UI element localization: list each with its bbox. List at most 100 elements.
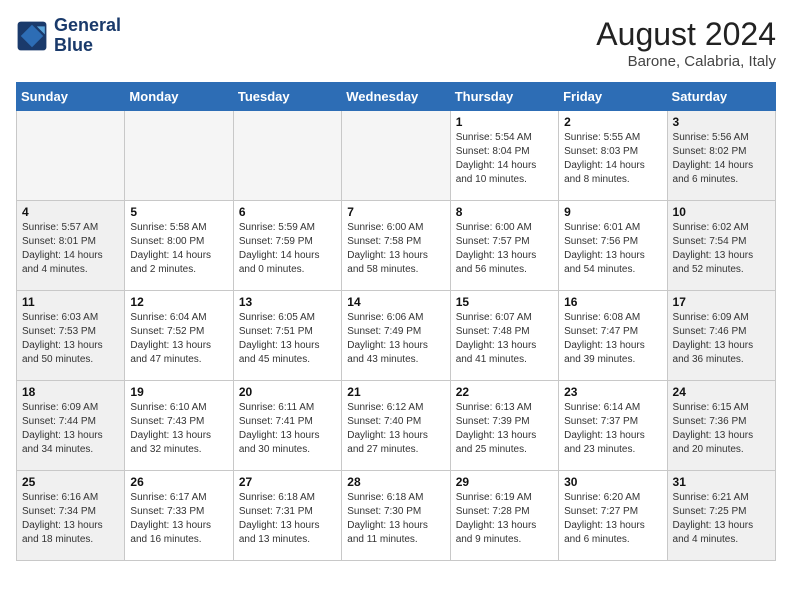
day-info: Sunrise: 6:14 AM Sunset: 7:37 PM Dayligh… [564, 401, 661, 457]
calendar-cell [125, 111, 233, 201]
day-info: Sunrise: 5:56 AM Sunset: 8:02 PM Dayligh… [673, 131, 770, 187]
day-number: 14 [347, 295, 444, 309]
day-number: 5 [130, 205, 227, 219]
calendar-cell: 4Sunrise: 5:57 AM Sunset: 8:01 PM Daylig… [17, 201, 125, 291]
day-number: 25 [22, 475, 119, 489]
day-number: 4 [22, 205, 119, 219]
day-info: Sunrise: 6:18 AM Sunset: 7:30 PM Dayligh… [347, 491, 444, 547]
calendar-cell: 18 Sunrise: 6:09 AM Sunset: 7:44 PM Dayli… [17, 381, 125, 471]
calendar-cell: 28 Sunrise: 6:18 AM Sunset: 7:30 PM Dayli… [342, 471, 450, 561]
month-title: August 2024 [596, 16, 776, 53]
day-info: Sunrise: 6:20 AM Sunset: 7:27 PM Dayligh… [564, 491, 661, 547]
calendar-cell: 16 Sunrise: 6:08 AM Sunset: 7:47 PM Dayli… [559, 291, 667, 381]
day-info: Sunrise: 6:19 AM Sunset: 7:28 PM Dayligh… [456, 491, 553, 547]
logo-text: General Blue [54, 16, 121, 56]
day-number: 7 [347, 205, 444, 219]
day-number: 18 [22, 385, 119, 399]
calendar-cell: 21 Sunrise: 6:12 AM Sunset: 7:40 PM Dayli… [342, 381, 450, 471]
calendar-cell: 3 Sunrise: 5:56 AM Sunset: 8:02 PM Daylig… [667, 111, 775, 201]
day-info: Sunrise: 6:08 AM Sunset: 7:47 PM Dayligh… [564, 311, 661, 367]
day-info: Sunrise: 5:59 AM Sunset: 7:59 PM Dayligh… [239, 221, 336, 277]
logo-icon [16, 20, 48, 52]
day-number: 2 [564, 115, 661, 129]
day-number: 6 [239, 205, 336, 219]
calendar-cell: 20 Sunrise: 6:11 AM Sunset: 7:41 PM Dayli… [233, 381, 341, 471]
weekday-header: Thursday [450, 83, 558, 111]
weekday-header: Monday [125, 83, 233, 111]
day-number: 30 [564, 475, 661, 489]
day-number: 31 [673, 475, 770, 489]
calendar-week-row: 4Sunrise: 5:57 AM Sunset: 8:01 PM Daylig… [17, 201, 776, 291]
day-number: 21 [347, 385, 444, 399]
day-number: 16 [564, 295, 661, 309]
calendar-cell: 8Sunrise: 6:00 AM Sunset: 7:57 PM Daylig… [450, 201, 558, 291]
day-number: 3 [673, 115, 770, 129]
day-info: Sunrise: 6:00 AM Sunset: 7:57 PM Dayligh… [456, 221, 553, 277]
calendar-week-row: 1 Sunrise: 5:54 AM Sunset: 8:04 PM Daylig… [17, 111, 776, 201]
calendar-cell: 27Sunrise: 6:18 AM Sunset: 7:31 PM Dayli… [233, 471, 341, 561]
day-number: 29 [456, 475, 553, 489]
day-number: 23 [564, 385, 661, 399]
calendar-cell: 11Sunrise: 6:03 AM Sunset: 7:53 PM Dayli… [17, 291, 125, 381]
day-info: Sunrise: 6:00 AM Sunset: 7:58 PM Dayligh… [347, 221, 444, 277]
calendar-cell: 31 Sunrise: 6:21 AM Sunset: 7:25 PM Dayli… [667, 471, 775, 561]
day-number: 26 [130, 475, 227, 489]
calendar-cell: 6 Sunrise: 5:59 AM Sunset: 7:59 PM Daylig… [233, 201, 341, 291]
calendar-cell: 24 Sunrise: 6:15 AM Sunset: 7:36 PM Dayli… [667, 381, 775, 471]
calendar-week-row: 25 Sunrise: 6:16 AM Sunset: 7:34 PM Dayli… [17, 471, 776, 561]
page-header: General Blue August 2024 Barone, Calabri… [16, 16, 776, 70]
day-info: Sunrise: 6:05 AM Sunset: 7:51 PM Dayligh… [239, 311, 336, 367]
day-number: 17 [673, 295, 770, 309]
day-info: Sunrise: 6:16 AM Sunset: 7:34 PM Dayligh… [22, 491, 119, 547]
day-number: 10 [673, 205, 770, 219]
day-number: 20 [239, 385, 336, 399]
day-info: Sunrise: 6:06 AM Sunset: 7:49 PM Dayligh… [347, 311, 444, 367]
calendar-cell: 14 Sunrise: 6:06 AM Sunset: 7:49 PM Dayli… [342, 291, 450, 381]
calendar-cell: 25 Sunrise: 6:16 AM Sunset: 7:34 PM Dayli… [17, 471, 125, 561]
day-info: Sunrise: 5:55 AM Sunset: 8:03 PM Dayligh… [564, 131, 661, 187]
day-info: Sunrise: 5:54 AM Sunset: 8:04 PM Dayligh… [456, 131, 553, 187]
day-info: Sunrise: 6:04 AM Sunset: 7:52 PM Dayligh… [130, 311, 227, 367]
calendar-cell: 15Sunrise: 6:07 AM Sunset: 7:48 PM Dayli… [450, 291, 558, 381]
calendar-cell: 12 Sunrise: 6:04 AM Sunset: 7:52 PM Dayli… [125, 291, 233, 381]
calendar-cell: 5 Sunrise: 5:58 AM Sunset: 8:00 PM Daylig… [125, 201, 233, 291]
day-info: Sunrise: 5:58 AM Sunset: 8:00 PM Dayligh… [130, 221, 227, 277]
day-number: 9 [564, 205, 661, 219]
logo: General Blue [16, 16, 121, 56]
day-info: Sunrise: 6:15 AM Sunset: 7:36 PM Dayligh… [673, 401, 770, 457]
day-info: Sunrise: 6:11 AM Sunset: 7:41 PM Dayligh… [239, 401, 336, 457]
day-info: Sunrise: 6:07 AM Sunset: 7:48 PM Dayligh… [456, 311, 553, 367]
calendar-cell: 30 Sunrise: 6:20 AM Sunset: 7:27 PM Dayli… [559, 471, 667, 561]
day-info: Sunrise: 6:13 AM Sunset: 7:39 PM Dayligh… [456, 401, 553, 457]
weekday-header: Friday [559, 83, 667, 111]
day-info: Sunrise: 6:02 AM Sunset: 7:54 PM Dayligh… [673, 221, 770, 277]
calendar-cell: 29 Sunrise: 6:19 AM Sunset: 7:28 PM Dayli… [450, 471, 558, 561]
calendar-cell [17, 111, 125, 201]
calendar-cell [342, 111, 450, 201]
calendar-cell: 26Sunrise: 6:17 AM Sunset: 7:33 PM Dayli… [125, 471, 233, 561]
day-number: 19 [130, 385, 227, 399]
day-number: 12 [130, 295, 227, 309]
day-info: Sunrise: 6:09 AM Sunset: 7:44 PM Dayligh… [22, 401, 119, 457]
day-number: 1 [456, 115, 553, 129]
day-number: 24 [673, 385, 770, 399]
day-number: 22 [456, 385, 553, 399]
calendar-cell: 22 Sunrise: 6:13 AM Sunset: 7:39 PM Dayli… [450, 381, 558, 471]
day-info: Sunrise: 6:12 AM Sunset: 7:40 PM Dayligh… [347, 401, 444, 457]
day-info: Sunrise: 6:01 AM Sunset: 7:56 PM Dayligh… [564, 221, 661, 277]
calendar-week-row: 18 Sunrise: 6:09 AM Sunset: 7:44 PM Dayli… [17, 381, 776, 471]
calendar-cell: 1 Sunrise: 5:54 AM Sunset: 8:04 PM Daylig… [450, 111, 558, 201]
calendar-cell: 2 Sunrise: 5:55 AM Sunset: 8:03 PM Daylig… [559, 111, 667, 201]
calendar-table: SundayMondayTuesdayWednesdayThursdayFrid… [16, 82, 776, 561]
day-info: Sunrise: 6:03 AM Sunset: 7:53 PM Dayligh… [22, 311, 119, 367]
location: Barone, Calabria, Italy [596, 53, 776, 70]
weekday-header-row: SundayMondayTuesdayWednesdayThursdayFrid… [17, 83, 776, 111]
calendar-cell: 23 Sunrise: 6:14 AM Sunset: 7:37 PM Dayli… [559, 381, 667, 471]
weekday-header: Wednesday [342, 83, 450, 111]
calendar-cell: 10 Sunrise: 6:02 AM Sunset: 7:54 PM Dayli… [667, 201, 775, 291]
day-number: 28 [347, 475, 444, 489]
day-info: Sunrise: 6:21 AM Sunset: 7:25 PM Dayligh… [673, 491, 770, 547]
day-number: 13 [239, 295, 336, 309]
weekday-header: Tuesday [233, 83, 341, 111]
day-info: Sunrise: 6:10 AM Sunset: 7:43 PM Dayligh… [130, 401, 227, 457]
